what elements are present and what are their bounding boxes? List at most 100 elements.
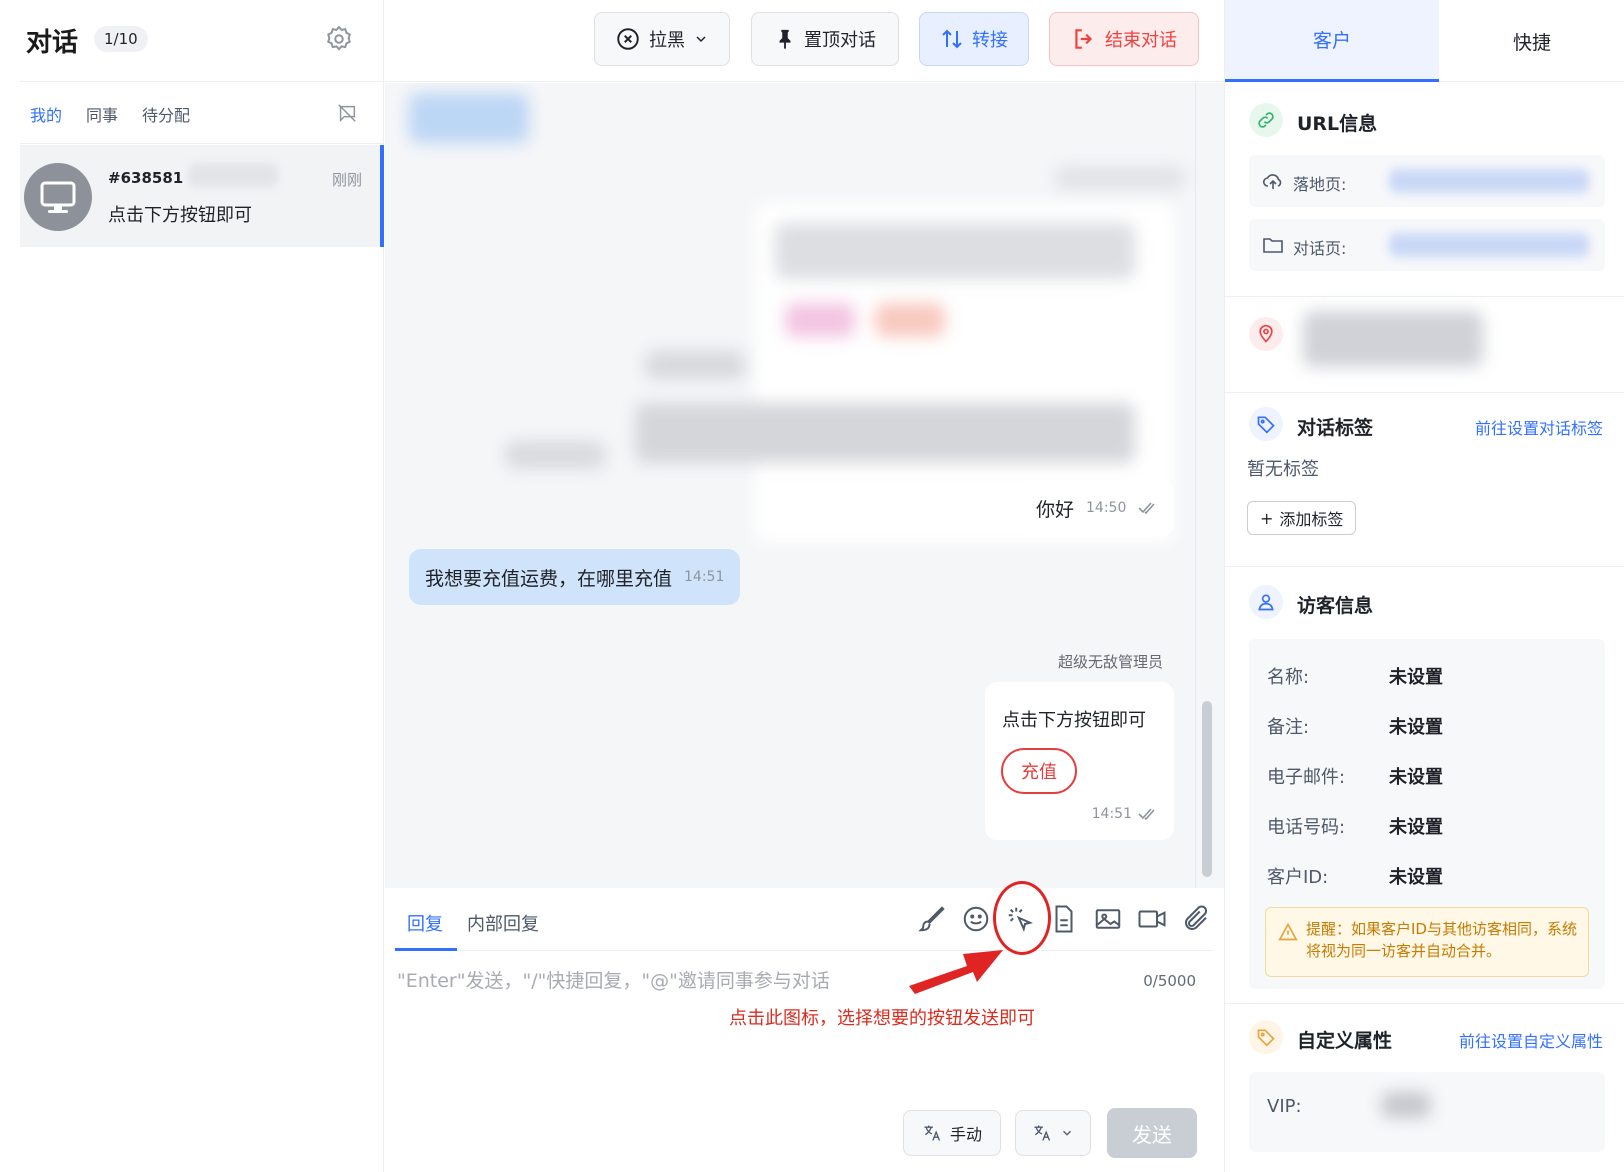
visitor-info-box: 名称: 未设置 备注: 未设置 电子邮件: 未设置 电话号码: 未设置 客户ID: 未设置…: [1249, 639, 1605, 989]
pin-label: 置顶对话: [804, 30, 876, 51]
user-icon: [1249, 585, 1283, 619]
sender-name: 超级无敌管理员: [1057, 653, 1163, 671]
blurred-message: [635, 403, 1135, 463]
conversation-item[interactable]: #638581 刚刚 点击下方按钮即可: [20, 145, 384, 247]
url-info-section: URL信息 落地页: 对话页:: [1225, 83, 1624, 297]
message-input[interactable]: "Enter"发送，"/"快捷回复，"@"邀请同事参与对话: [397, 966, 1117, 993]
conversation-tags-section: 对话标签 前往设置对话标签 暂无标签 + 添加标签: [1225, 393, 1624, 567]
section-title: 自定义属性: [1297, 1030, 1393, 1052]
active-tab-underline: [395, 948, 457, 951]
message-time: 14:51: [1091, 806, 1132, 822]
conversation-count-badge: 1/10: [94, 26, 148, 52]
gear-icon[interactable]: [324, 24, 354, 54]
tab-colleagues[interactable]: 同事: [86, 102, 118, 126]
location-pin-icon: [1249, 317, 1283, 351]
file-icon[interactable]: [1049, 904, 1079, 934]
folder-icon: [1263, 238, 1283, 253]
blurred-vip-value: [1381, 1092, 1431, 1118]
video-icon[interactable]: [1137, 904, 1167, 934]
info-value[interactable]: 未设置: [1389, 867, 1443, 888]
transfer-arrows-icon: [942, 29, 962, 49]
brush-icon[interactable]: [917, 904, 947, 934]
block-button[interactable]: 拉黑: [594, 12, 730, 66]
set-custom-attributes-link[interactable]: 前往设置自定义属性: [1459, 1028, 1603, 1052]
mute-chat-icon[interactable]: [336, 102, 358, 124]
conversation-time: 刚刚: [331, 171, 362, 189]
tag-icon: [1249, 1020, 1283, 1054]
add-tag-label: 添加标签: [1279, 510, 1344, 529]
app-root: 对话 1/10 我的 同事 待分配 #638581 刚刚 点击下方按钮即可 拉黑…: [0, 0, 1624, 1172]
info-row-customer-id: 客户ID: 未设置: [1267, 863, 1443, 889]
tab-internal-reply[interactable]: 内部回复: [467, 910, 539, 936]
message-list: 你好 14:50 我想要充值运费，在哪里充值 14:51 超级无敌管理员 点击下…: [385, 83, 1224, 888]
block-label: 拉黑: [649, 30, 685, 51]
blurred-url[interactable]: [1389, 233, 1589, 257]
blurred-visitor-name: [188, 163, 278, 187]
pin-conversation-button[interactable]: 置顶对话: [751, 12, 899, 66]
blurred-url[interactable]: [1389, 169, 1589, 193]
merge-warning: 提醒：如果客户ID与其他访客相同，系统将视为同一访客并自动合并。: [1265, 907, 1589, 977]
warning-text: 提醒：如果客户ID与其他访客相同，系统将视为同一访客并自动合并。: [1306, 920, 1577, 960]
message-text: 你好: [1036, 498, 1075, 521]
close-circle-icon: [617, 28, 639, 50]
visitor-info-section: 访客信息 名称: 未设置 备注: 未设置 电子邮件: 未设置 电话号码: 未设置 客户I…: [1225, 567, 1624, 1004]
custom-attributes-section: 自定义属性 前往设置自定义属性 VIP:: [1225, 1004, 1624, 1172]
manual-translate-button[interactable]: 手动: [903, 1110, 1001, 1156]
landing-page-row: 落地页:: [1249, 155, 1605, 207]
blurred-message: [1055, 167, 1185, 189]
section-title: 访客信息: [1297, 595, 1374, 617]
end-conversation-button[interactable]: 结束对话: [1049, 12, 1199, 66]
send-button[interactable]: 发送: [1107, 1108, 1197, 1158]
active-indicator: [380, 145, 384, 247]
blurred-message: [875, 303, 945, 337]
translate-icon: [924, 1125, 941, 1141]
emoji-icon[interactable]: [961, 904, 991, 934]
tag-icon: [1249, 407, 1283, 441]
tab-reply[interactable]: 回复: [407, 910, 443, 936]
conversation-sidebar: 对话 1/10 我的 同事 待分配 #638581 刚刚 点击下方按钮即可: [0, 0, 384, 1172]
monitor-icon: [40, 181, 76, 213]
conversation-id: #638581: [108, 169, 184, 187]
tab-unassigned[interactable]: 待分配: [142, 102, 190, 126]
image-icon[interactable]: [1093, 904, 1123, 934]
agent-message-hello: 你好 14:50: [1020, 480, 1175, 536]
paperclip-icon[interactable]: [1181, 904, 1211, 934]
transfer-button[interactable]: 转接: [919, 12, 1029, 66]
landing-label: 落地页:: [1293, 175, 1347, 194]
blurred-message: [785, 303, 855, 337]
avatar: [24, 163, 92, 231]
page-title: 对话: [26, 28, 79, 58]
info-value[interactable]: 未设置: [1389, 717, 1443, 738]
info-value[interactable]: 未设置: [1389, 817, 1443, 838]
recharge-button[interactable]: 充值: [1001, 748, 1077, 794]
info-row-name: 名称: 未设置: [1267, 663, 1443, 689]
double-check-icon: [1138, 808, 1155, 821]
add-tag-button[interactable]: + 添加标签: [1247, 501, 1357, 535]
scroll-track: [1195, 83, 1196, 888]
chat-main: 拉黑 置顶对话 转接 结束对话 你好 14:50 我想要充值运费，在哪里充值 1…: [385, 0, 1224, 1172]
chevron-down-icon: [696, 36, 706, 43]
blurred-message: [505, 441, 605, 469]
pin-icon: [779, 29, 791, 50]
tab-shortcuts[interactable]: 快捷: [1439, 0, 1624, 82]
tab-mine[interactable]: 我的: [30, 102, 62, 126]
scrollbar-thumb[interactable]: [1202, 701, 1212, 877]
right-tabs: 客户 快捷: [1225, 0, 1624, 82]
blurred-message: [645, 351, 745, 379]
card-text: 点击下方按钮即可: [1002, 710, 1146, 731]
section-title: URL信息: [1297, 113, 1378, 135]
info-key: 名称:: [1267, 667, 1310, 688]
sidebar-tabs: 我的 同事 待分配: [20, 82, 384, 144]
message-time: 14:51: [684, 569, 725, 585]
translate-language-select[interactable]: [1015, 1110, 1091, 1156]
composer-divider: [395, 950, 1213, 951]
set-tags-link[interactable]: 前往设置对话标签: [1475, 415, 1603, 439]
info-value[interactable]: 未设置: [1389, 667, 1443, 688]
red-arrow-icon: [909, 950, 1003, 994]
tab-customer[interactable]: 客户: [1225, 0, 1439, 82]
info-value[interactable]: 未设置: [1389, 767, 1443, 788]
transfer-label: 转接: [972, 30, 1008, 51]
chat-toolbar: 拉黑 置顶对话 转接 结束对话: [385, 0, 1224, 82]
card-time-row: 14:51: [1092, 806, 1158, 822]
annotation-text: 点击此图标，选择想要的按钮发送即可: [729, 1008, 1035, 1029]
